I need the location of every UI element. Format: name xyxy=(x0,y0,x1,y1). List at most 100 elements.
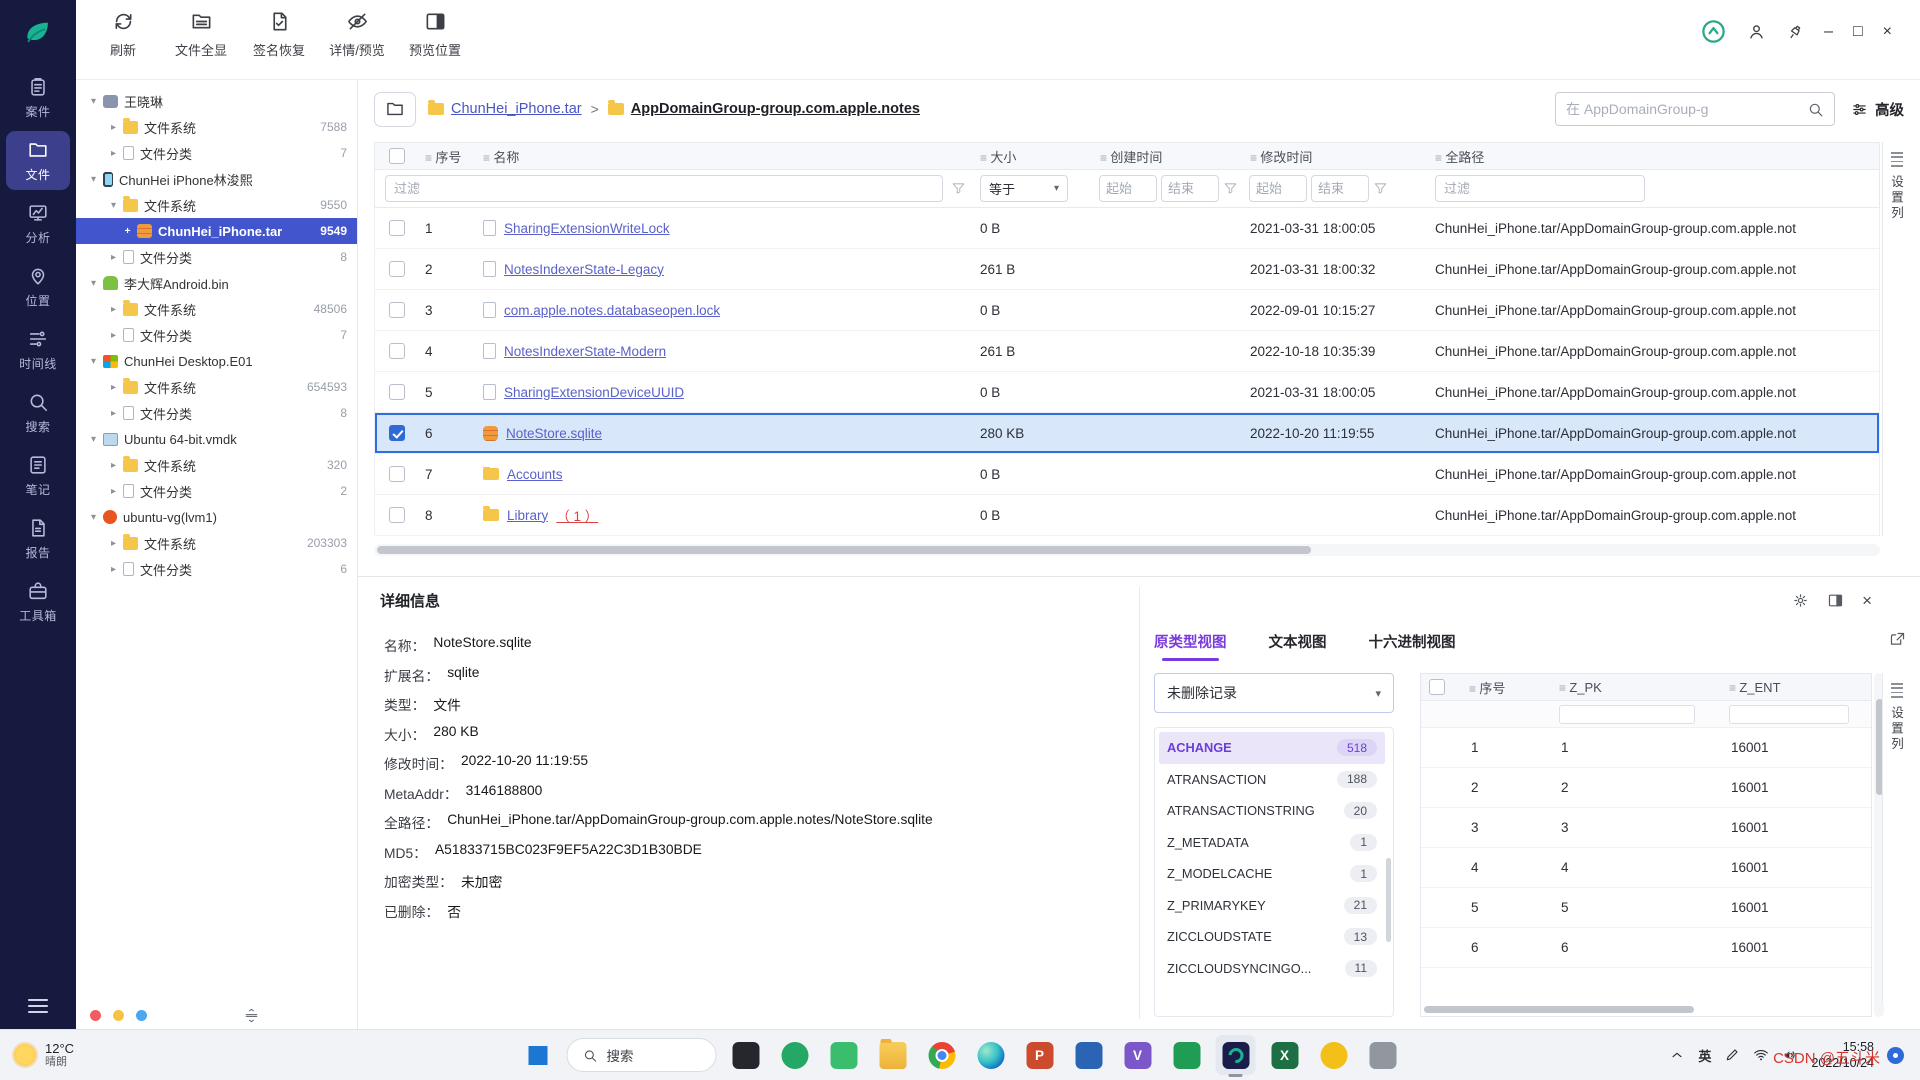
tree-caret-icon[interactable]: ▾ xyxy=(86,278,101,289)
notification-badge[interactable] xyxy=(1887,1047,1904,1064)
record-row[interactable]: 1 1 16001 xyxy=(1421,728,1871,768)
filter-funnel-icon[interactable] xyxy=(951,181,966,196)
close-detail-icon[interactable]: × xyxy=(1862,592,1872,609)
red-dot-indicator[interactable] xyxy=(90,1010,101,1021)
open-external-icon[interactable] xyxy=(1889,631,1906,651)
table-row[interactable]: 8 Library （ 1 ） 0 B ChunHei_iPhone.tar/A… xyxy=(374,495,1880,536)
upgrade-badge-icon[interactable] xyxy=(1700,18,1727,45)
sidebar-item-location[interactable]: 位置 xyxy=(6,257,70,316)
sqlite-table-item[interactable]: ZICCLOUDSTATE 13 xyxy=(1159,921,1385,953)
row-checkbox[interactable] xyxy=(389,466,405,482)
tree-caret-icon[interactable]: ▾ xyxy=(86,174,101,185)
tree-caret-icon[interactable]: ▸ xyxy=(106,304,121,315)
show-all-files-button[interactable]: 文件全显 xyxy=(162,10,240,59)
file-name-link[interactable]: NotesIndexerState-Legacy xyxy=(504,262,664,277)
gear-icon[interactable] xyxy=(1792,592,1809,609)
tree-caret-icon[interactable]: ▸ xyxy=(106,382,121,393)
record-row[interactable]: 3 3 16001 xyxy=(1421,808,1871,848)
taskbar-app[interactable]: P xyxy=(1020,1035,1060,1075)
row-checkbox[interactable] xyxy=(389,384,405,400)
menu-icon[interactable] xyxy=(28,999,48,1013)
file-name-link[interactable]: NoteStore.sqlite xyxy=(506,426,602,441)
detail-preview-button[interactable]: 详情/预览 xyxy=(318,10,396,59)
tree-caret-icon[interactable]: ▾ xyxy=(86,434,101,445)
tree-item[interactable]: ▸ 文件分类 7 xyxy=(76,322,357,348)
user-account-icon[interactable] xyxy=(1747,22,1766,41)
table-row[interactable]: 5 SharingExtensionDeviceUUID 0 B 2021-03… xyxy=(374,372,1880,413)
modified-end-input[interactable] xyxy=(1311,175,1369,202)
path-filter-input[interactable] xyxy=(1435,175,1645,202)
taskbar-app[interactable] xyxy=(775,1035,815,1075)
advanced-search-button[interactable]: 高级 xyxy=(1851,99,1904,120)
panel-splitter-icon[interactable] xyxy=(244,1008,259,1023)
table-row[interactable]: 3 com.apple.notes.databaseopen.lock 0 B … xyxy=(374,290,1880,331)
record-row[interactable]: 4 4 16001 xyxy=(1421,848,1871,888)
column-header-created[interactable]: 创建时间 xyxy=(1094,147,1244,166)
tree-item[interactable]: ▸ 文件系统 320 xyxy=(76,452,357,478)
tree-caret-icon[interactable]: ▸ xyxy=(106,538,121,549)
tab-original-view[interactable]: 原类型视图 xyxy=(1154,631,1227,652)
taskbar-app[interactable]: V xyxy=(1118,1035,1158,1075)
row-checkbox[interactable] xyxy=(389,220,405,236)
weather-widget[interactable]: 12°C 晴朗 xyxy=(0,1041,88,1070)
tree-item[interactable]: ▸ 文件系统 203303 xyxy=(76,530,357,556)
created-end-input[interactable] xyxy=(1161,175,1219,202)
taskbar-app[interactable] xyxy=(1069,1035,1109,1075)
select-all-checkbox[interactable] xyxy=(389,148,405,164)
sqlite-table-item[interactable]: ZICCLOUDSYNCINGO... 11 xyxy=(1159,953,1385,985)
tree-caret-icon[interactable]: ▸ xyxy=(106,122,121,133)
sidebar-item-timeline[interactable]: 时间线 xyxy=(6,320,70,379)
table-row[interactable]: 1 SharingExtensionWriteLock 0 B 2021-03-… xyxy=(374,208,1880,249)
table-row[interactable]: 4 NotesIndexerState-Modern 261 B 2022-10… xyxy=(374,331,1880,372)
maximize-button[interactable]: □ xyxy=(1853,24,1863,40)
root-folder-button[interactable] xyxy=(374,92,416,127)
row-checkbox[interactable] xyxy=(389,261,405,277)
column-header-size[interactable]: 大小 xyxy=(974,147,1094,166)
tree-caret-icon[interactable]: ▸ xyxy=(106,486,121,497)
record-column-zent[interactable]: Z_ENT xyxy=(1721,680,1871,695)
tree-item[interactable]: ▾ ChunHei Desktop.E01 xyxy=(76,348,357,374)
chevron-up-icon[interactable] xyxy=(1669,1047,1685,1063)
record-column-no[interactable]: 序号 xyxy=(1461,678,1551,697)
taskbar-app[interactable] xyxy=(1167,1035,1207,1075)
sidebar-item-toolbox[interactable]: 工具箱 xyxy=(6,572,70,631)
sqlite-table-item[interactable]: Z_PRIMARYKEY 21 xyxy=(1159,890,1385,922)
breadcrumb-segment[interactable]: ChunHei_iPhone.tar xyxy=(451,101,582,117)
record-filter-select[interactable]: 未删除记录 ▾ xyxy=(1154,673,1394,713)
tree-caret-icon[interactable]: ▸ xyxy=(106,564,121,575)
tree-item[interactable]: ▸ 文件分类 2 xyxy=(76,478,357,504)
sqlite-table-item[interactable]: Z_MODELCACHE 1 xyxy=(1159,858,1385,890)
minimize-button[interactable]: – xyxy=(1824,24,1833,40)
tree-item[interactable]: ▾ ChunHei iPhone林浚熙 xyxy=(76,166,357,192)
tree-caret-icon[interactable]: ▸ xyxy=(106,460,121,471)
wifi-icon[interactable] xyxy=(1753,1047,1769,1063)
name-filter-input[interactable] xyxy=(385,175,943,202)
tree-item[interactable]: ▸ 文件分类 8 xyxy=(76,244,357,270)
tree-caret-icon[interactable]: ▸ xyxy=(106,408,121,419)
taskbar-app[interactable] xyxy=(824,1035,864,1075)
table-row[interactable]: 7 Accounts 0 B ChunHei_iPhone.tar/AppDom… xyxy=(374,454,1880,495)
taskbar-app[interactable] xyxy=(1314,1035,1354,1075)
table-row[interactable]: 2 NotesIndexerState-Legacy 261 B 2021-03… xyxy=(374,249,1880,290)
zent-filter-input[interactable] xyxy=(1729,705,1849,724)
tree-item[interactable]: ▾ Ubuntu 64-bit.vmdk xyxy=(76,426,357,452)
taskbar-app[interactable] xyxy=(1216,1035,1256,1075)
record-select-all-checkbox[interactable] xyxy=(1429,679,1445,695)
search-input[interactable] xyxy=(1566,101,1807,117)
tree-item[interactable]: ▸ 文件系统 654593 xyxy=(76,374,357,400)
column-header-no[interactable]: 序号 xyxy=(419,147,477,166)
size-operator-select[interactable]: 等于▾ xyxy=(980,175,1068,202)
sidebar-item-search[interactable]: 搜索 xyxy=(6,383,70,442)
tree-caret-icon[interactable]: ▾ xyxy=(86,96,101,107)
record-column-zpk[interactable]: Z_PK xyxy=(1551,680,1721,695)
tree-item[interactable]: ▸ 文件分类 7 xyxy=(76,140,357,166)
tree-item[interactable]: ▸ 文件分类 6 xyxy=(76,556,357,582)
preview-position-button[interactable]: 预览位置 xyxy=(396,10,474,59)
row-checkbox[interactable] xyxy=(389,507,405,523)
tree-item[interactable]: ▾ 王晓琳 xyxy=(76,88,357,114)
tree-item[interactable]: + ChunHei_iPhone.tar 9549 xyxy=(76,218,357,244)
file-name-link[interactable]: Library xyxy=(507,508,548,523)
sidebar-item-notes[interactable]: 笔记 xyxy=(6,446,70,505)
tree-caret-icon[interactable]: + xyxy=(120,226,135,237)
sqlite-table-item[interactable]: Z_METADATA 1 xyxy=(1159,827,1385,859)
